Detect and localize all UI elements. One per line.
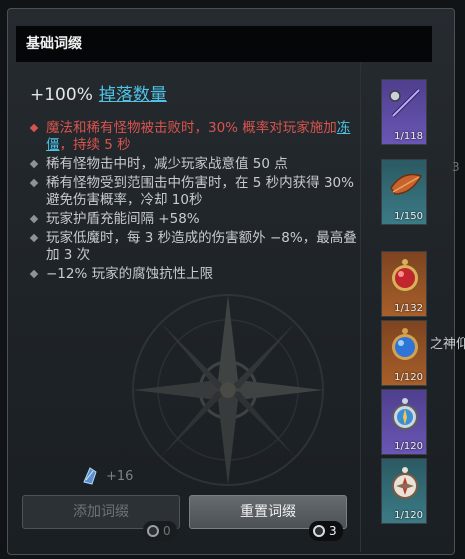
diamond-bullet-icon (29, 123, 39, 133)
affix-text: −12% 玩家的腐蚀抗性上限 (46, 266, 214, 282)
reset-cost-value: 3 (329, 524, 337, 538)
item-slot[interactable]: 1/150 (381, 159, 427, 225)
purple-wand-icon (389, 88, 421, 118)
blue-gem-icon (392, 328, 418, 360)
affix-text: 玩家低魔时，每 3 秒造成的伤害额外 −8%，最高叠加 3 次 (46, 230, 357, 263)
section-title: 基础词缀 (26, 36, 82, 52)
item-quantity: 1/120 (394, 441, 423, 452)
diamond-bullet-icon (29, 159, 39, 169)
drop-quantity-link[interactable]: 掉落数量 (99, 85, 167, 105)
affix-text: 稀有怪物受到范围击中伤害时，在 5 秒内获得 30% 避免伤害概率，冷却 10秒 (46, 175, 354, 208)
diamond-bullet-icon (29, 269, 39, 279)
diamond-bullet-icon (29, 178, 39, 188)
affix-item: −12% 玩家的腐蚀抗性上限 (29, 266, 360, 283)
coin-icon (147, 525, 159, 537)
item-quantity: 1/118 (394, 131, 423, 142)
item-slot[interactable]: 1/118 (381, 79, 427, 145)
item-slot[interactable]: 1/120 (381, 320, 427, 386)
affix-text: 稀有怪物击中时，减少玩家战意值 50 点 (46, 156, 288, 172)
reset-affix-label: 重置词缀 (240, 504, 296, 520)
side-mark: 3 (452, 160, 460, 174)
add-cost-badge: 0 (143, 521, 177, 541)
item-quantity: 1/120 (394, 372, 423, 383)
side-label: 之神仰 (430, 337, 465, 352)
diamond-bullet-icon (29, 214, 39, 224)
add-affix-label: 添加词缀 (73, 504, 129, 520)
affix-item: 稀有怪物击中时，减少玩家战意值 50 点 (29, 156, 360, 173)
drop-quantity-value: +100% (30, 85, 93, 105)
stone-count: +16 (106, 468, 134, 484)
item-slot[interactable]: 1/120 (381, 458, 427, 524)
item-quantity: 1/150 (394, 211, 423, 222)
column-divider (360, 62, 361, 552)
red-gem-icon (392, 259, 418, 291)
affix-item: 玩家护盾充能间隔 +58% (29, 211, 360, 228)
affix-item: 玩家低魔时，每 3 秒造成的伤害额外 −8%，最高叠加 3 次 (29, 230, 360, 264)
affix-text: 玩家护盾充能间隔 +58% (46, 211, 200, 227)
compass-rose-emblem (132, 294, 324, 486)
item-quantity: 1/120 (394, 510, 423, 521)
affix-stone-counter: +16 (80, 465, 133, 487)
blue-crystal-icon (83, 467, 97, 485)
affix-text: ，持续 5 秒 (59, 137, 131, 153)
pink-compass-icon (392, 467, 418, 499)
item-quantity: 1/132 (394, 303, 423, 314)
section-header: 基础词缀 (16, 26, 432, 62)
orange-feather-icon (390, 173, 423, 195)
affix-list: 魔法和稀有怪物被击败时，30% 概率对玩家施加冻僵，持续 5 秒 稀有怪物击中时… (29, 120, 360, 285)
add-cost-value: 0 (163, 524, 171, 538)
item-slot[interactable]: 1/132 (381, 251, 427, 317)
item-slot[interactable]: 1/120 (381, 389, 427, 455)
drop-quantity-line: +100% 掉落数量 (30, 80, 167, 105)
reset-cost-badge: 3 (309, 521, 343, 541)
coin-icon (313, 525, 325, 537)
affix-item: 稀有怪物受到范围击中伤害时，在 5 秒内获得 30% 避免伤害概率，冷却 10秒 (29, 175, 360, 209)
compass-charm-icon (392, 398, 418, 430)
affix-text: 魔法和稀有怪物被击败时，30% 概率对玩家施加 (46, 120, 337, 136)
affix-item: 魔法和稀有怪物被击败时，30% 概率对玩家施加冻僵，持续 5 秒 (29, 120, 360, 154)
diamond-bullet-icon (29, 233, 39, 243)
